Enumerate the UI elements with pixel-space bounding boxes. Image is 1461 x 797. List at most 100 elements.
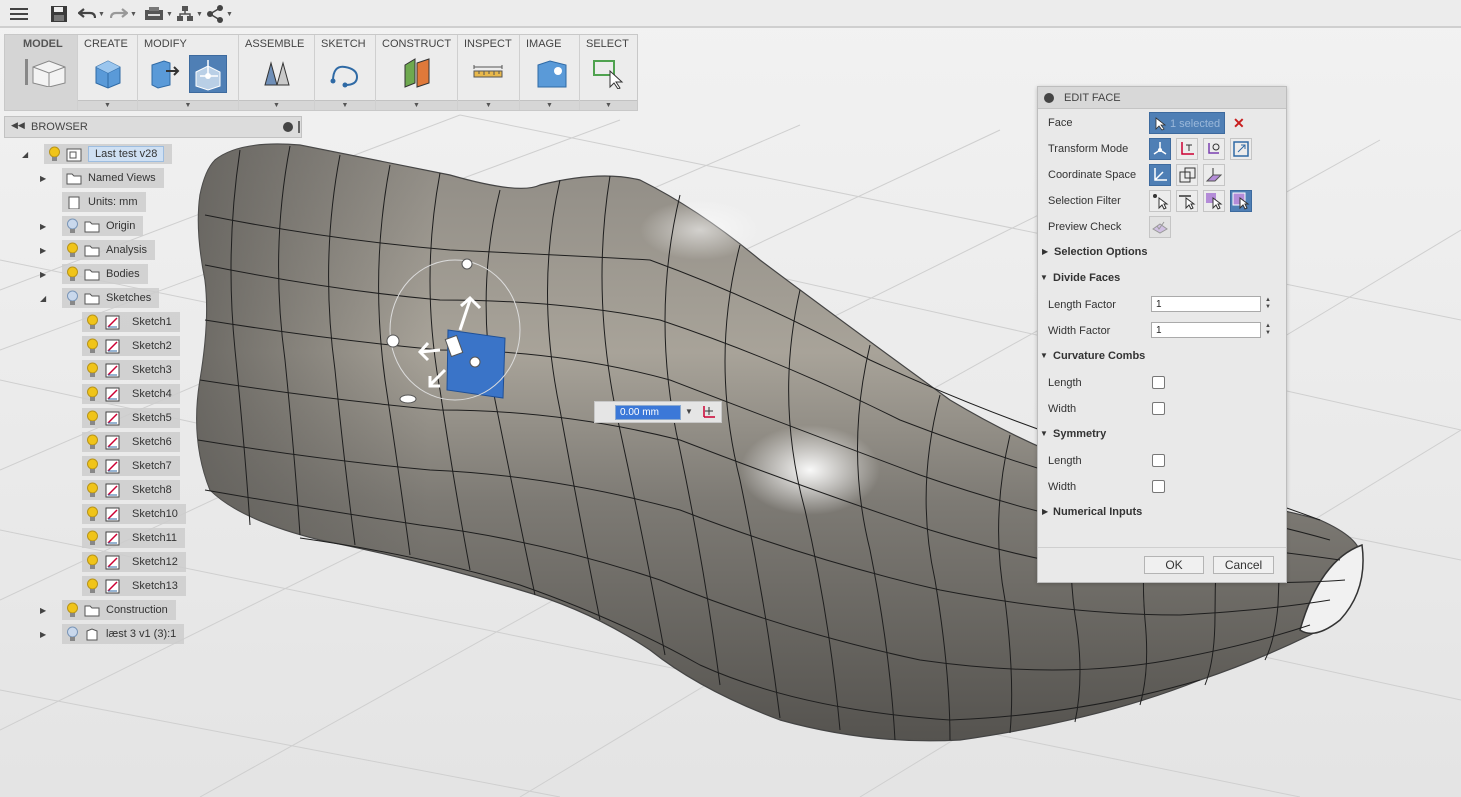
expand-arrow-icon[interactable]: ▶ [40,222,46,231]
construct-dropdown[interactable]: ▼ [376,100,457,110]
local-space-icon[interactable] [1203,164,1225,186]
tree-item-analysis[interactable]: Analysis [62,240,155,260]
filter-edge-icon[interactable] [1176,190,1198,212]
inspect-dropdown[interactable]: ▼ [458,100,519,110]
expand-arrow-icon[interactable]: ▶ [40,630,46,639]
browser-options-icon[interactable] [283,122,293,132]
tree-item-sketch[interactable]: Sketch12 [82,552,186,572]
modify-group[interactable]: MODIFY ▼ [138,35,239,110]
visibility-bulb-icon[interactable] [66,242,79,258]
select-icon[interactable] [592,57,624,90]
tree-item-named-views[interactable]: Named Views [62,168,164,188]
visibility-bulb-icon[interactable] [66,602,79,618]
joint-icon[interactable] [261,57,293,89]
visibility-bulb-icon[interactable] [66,218,79,234]
filter-body-icon[interactable] [1230,190,1252,212]
visibility-bulb-icon[interactable] [86,458,99,474]
section-expanded-arrow-icon[interactable]: ▼ [1040,273,1048,282]
edit-form-icon[interactable] [189,55,227,93]
tree-item-sketches[interactable]: Sketches [62,288,160,308]
visibility-bulb-icon[interactable] [86,578,99,594]
length-factor-spinner[interactable]: ▲ ▼ [1265,297,1271,311]
section-collapsed-arrow-icon[interactable]: ▶ [1042,247,1048,256]
tree-item-sketch[interactable]: Sketch2 [82,336,180,356]
visibility-bulb-icon[interactable] [86,554,99,570]
tree-item-sketch[interactable]: Sketch8 [82,480,180,500]
sketch-group[interactable]: SKETCH ▼ [315,35,376,110]
visibility-bulb-icon[interactable] [86,482,99,498]
image-group[interactable]: IMAGE ▼ [520,35,580,110]
job-status-icon[interactable]: ▼ [144,4,173,24]
expand-arrow-icon[interactable]: ◢ [22,150,28,159]
visibility-bulb-icon[interactable] [86,362,99,378]
measure-icon[interactable] [472,57,504,89]
section-expanded-arrow-icon[interactable]: ▼ [1040,351,1048,360]
view-space-icon[interactable] [1149,164,1171,186]
browser-resize-handle[interactable] [298,121,300,133]
length-factor-input[interactable] [1151,296,1261,312]
tree-item-sketch[interactable]: Sketch13 [82,576,186,596]
section-expanded-arrow-icon[interactable]: ▼ [1040,429,1048,438]
preview-check-icon[interactable] [1149,216,1171,238]
assemble-group[interactable]: ASSEMBLE ▼ [239,35,315,110]
box-icon[interactable] [92,57,124,89]
visibility-bulb-icon[interactable] [66,266,79,282]
visibility-bulb-icon[interactable] [86,314,99,330]
face-selection-button[interactable]: 1 selected [1149,112,1225,134]
distance-dropdown-icon[interactable]: ▼ [685,407,693,416]
tree-item-sketch[interactable]: Sketch6 [82,432,180,452]
create-dropdown[interactable]: ▼ [78,100,137,110]
world-space-icon[interactable] [1176,164,1198,186]
numerical-inputs-section[interactable]: Numerical Inputs [1053,506,1142,518]
collapse-browser-icon[interactable]: ◀◀ [11,120,25,131]
tree-item-sketch[interactable]: Sketch3 [82,360,180,380]
expand-arrow-icon[interactable]: ▶ [40,606,46,615]
visibility-bulb-icon[interactable] [86,434,99,450]
menu-icon[interactable] [10,4,28,24]
tree-item-units[interactable]: Units: mm [62,192,146,212]
multi-transform-icon[interactable] [1149,138,1171,160]
tree-item-sketch[interactable]: Sketch11 [82,528,186,548]
tree-item-sketch[interactable]: Sketch4 [82,384,180,404]
tree-item-sketch[interactable]: Sketch1 [82,312,180,332]
section-collapsed-arrow-icon[interactable]: ▶ [1042,507,1048,516]
filter-face-icon[interactable] [1203,190,1225,212]
image-dropdown[interactable]: ▼ [520,100,579,110]
tree-item-component[interactable]: læst 3 v1 (3):1 [62,624,185,644]
collapse-arrow-icon[interactable]: ◢ [40,294,46,303]
symmetry-width-checkbox[interactable] [1152,480,1165,493]
filter-vertex-icon[interactable] [1149,190,1171,212]
assemble-dropdown[interactable]: ▼ [239,100,314,110]
width-factor-input[interactable] [1151,322,1261,338]
coordinate-toggle-icon[interactable] [701,404,717,423]
width-factor-spinner[interactable]: ▲ ▼ [1265,323,1271,337]
visibility-bulb-icon[interactable] [86,530,99,546]
push-pull-icon[interactable] [148,57,180,89]
curvature-combs-section[interactable]: Curvature Combs [1053,350,1145,362]
data-panel-icon[interactable]: ▼ [176,4,203,24]
tree-item-origin[interactable]: Origin [62,216,144,236]
share-icon[interactable]: ▼ [206,4,233,24]
symmetry-section[interactable]: Symmetry [1053,428,1106,440]
plane-icon[interactable] [401,57,433,89]
save-icon[interactable] [50,4,68,24]
curvature-length-checkbox[interactable] [1152,376,1165,389]
symmetry-length-checkbox[interactable] [1152,454,1165,467]
spline-icon[interactable] [329,57,361,89]
tree-item-sketch[interactable]: Sketch10 [82,504,186,524]
tree-item-sketch[interactable]: Sketch7 [82,456,180,476]
inspect-group[interactable]: INSPECT ▼ [458,35,520,110]
curvature-width-checkbox[interactable] [1152,402,1165,415]
tree-root[interactable]: Last test v28 [44,144,173,164]
visibility-bulb-icon[interactable] [66,290,79,306]
tree-item-bodies[interactable]: Bodies [62,264,148,284]
expand-arrow-icon[interactable]: ▶ [40,174,46,183]
sketch-dropdown[interactable]: ▼ [315,100,375,110]
construct-group[interactable]: CONSTRUCT ▼ [376,35,458,110]
select-group[interactable]: SELECT ▼ [580,35,637,110]
tree-item-sketch[interactable]: Sketch5 [82,408,180,428]
select-dropdown[interactable]: ▼ [580,100,637,110]
visibility-bulb-icon[interactable] [86,386,99,402]
modify-dropdown[interactable]: ▼ [138,100,238,110]
translate-icon[interactable] [1176,138,1198,160]
